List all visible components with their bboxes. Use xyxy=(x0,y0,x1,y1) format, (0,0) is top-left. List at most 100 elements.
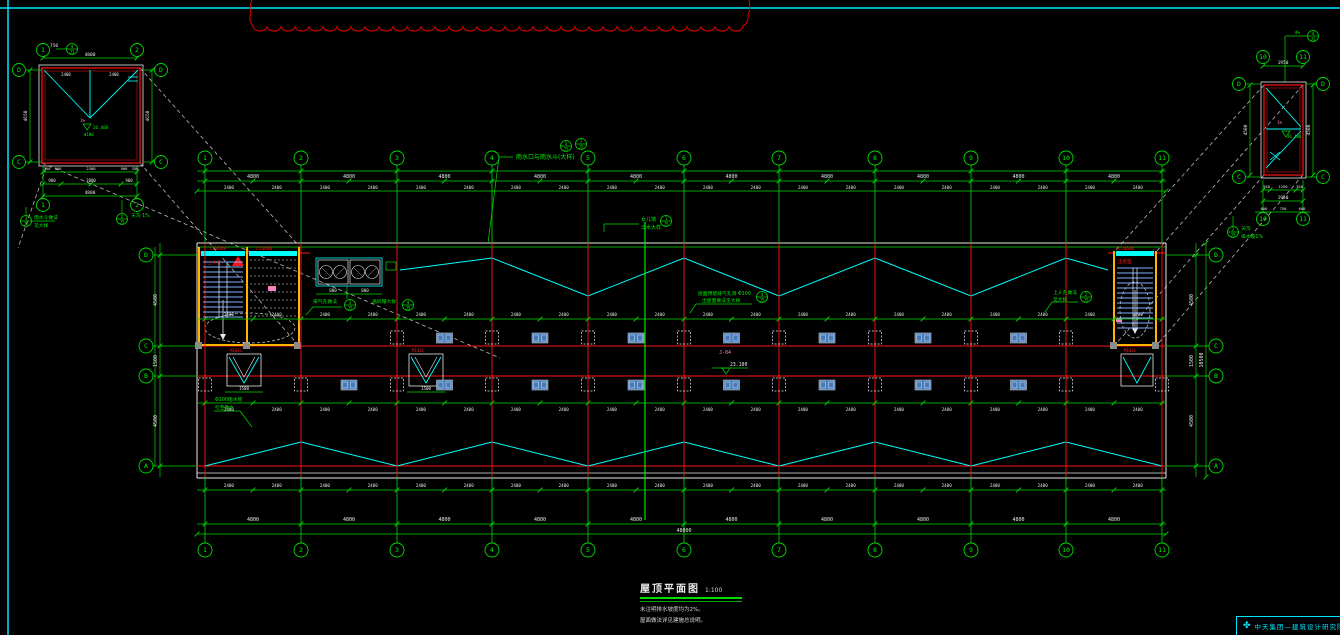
dim-text: 2400 xyxy=(894,483,905,488)
dim-text: 4500 xyxy=(153,415,159,427)
canopy-chevron xyxy=(1123,357,1151,383)
vent-label: 屋面预留排气孔洞 Φ100 xyxy=(698,290,751,297)
right-stair-core xyxy=(1110,251,1159,349)
dim-text: 2400 xyxy=(1085,483,1096,488)
downpipe-leader xyxy=(214,411,252,427)
window-label: LC0606 xyxy=(1118,246,1135,252)
grid-bubble-label: 8 xyxy=(873,546,877,554)
roof-access-hatch xyxy=(232,256,244,266)
cad-canvas[interactable]: 1122334455667788991010111148004800480048… xyxy=(0,0,1340,635)
dim-text: 4800 xyxy=(438,517,450,523)
grid-bubble-label: 11 xyxy=(1299,215,1307,223)
vent-box xyxy=(819,380,835,390)
vent-box xyxy=(819,333,835,343)
door-label: M1021 xyxy=(230,348,243,353)
dim-text: 750 xyxy=(1280,206,1288,211)
callout-index: 3 xyxy=(349,300,352,305)
grid-bubble-label: 8 xyxy=(873,154,877,162)
dim-text: 900 xyxy=(48,178,56,183)
dim-text: 2400 xyxy=(798,407,809,412)
dim-text: 2400 xyxy=(846,312,857,317)
dim-text: 2400 xyxy=(1133,407,1144,412)
grid-bubble-label: 10 xyxy=(1259,53,1267,61)
grid-bubble-label: 6 xyxy=(682,546,686,554)
dim-text: 4800 xyxy=(725,517,737,523)
canopy-chevron xyxy=(411,357,441,383)
landing-mark xyxy=(268,286,276,291)
dim-text: 1500 xyxy=(1189,355,1195,367)
detail-wall-inner xyxy=(1267,88,1300,172)
grid-bubble-label: C xyxy=(1214,342,1218,350)
vent-box xyxy=(915,380,931,390)
dim-text: 600 xyxy=(1261,206,1269,211)
elevation-value: 23.100 xyxy=(730,362,747,368)
roof-fan-units xyxy=(316,258,396,294)
dim-text: 4800 xyxy=(1108,174,1120,180)
dim-text: 4800 xyxy=(821,174,833,180)
grid-bubble-label: D xyxy=(1237,80,1241,88)
dim-text: 2400 xyxy=(655,312,666,317)
access-leader xyxy=(1045,302,1078,312)
grid-bubble-label: 3 xyxy=(395,154,399,162)
callout-index: 4 xyxy=(1312,31,1315,36)
detail-outer-wall xyxy=(1261,82,1306,178)
dim-text: 2400 xyxy=(511,185,522,190)
callout-sheet: J5 xyxy=(663,222,669,227)
dim-text: 2400 xyxy=(464,312,475,317)
drainage-valley xyxy=(44,70,90,118)
grid-bubble-label: B xyxy=(144,372,148,380)
vent-box xyxy=(437,380,453,390)
door-label: M1021 xyxy=(1124,348,1137,353)
dim-text: 2400 xyxy=(655,185,666,190)
access-left-label: 上人孔 xyxy=(208,259,222,266)
ref-line xyxy=(1114,175,1264,346)
dim-text: 4650 xyxy=(145,110,151,121)
drawing-note-2: 屋面做法详见建施总说明。 xyxy=(640,616,860,624)
dim-text: 2400 xyxy=(416,312,427,317)
callout-index: 5 xyxy=(565,141,568,146)
grid-bubble-label: 2 xyxy=(135,201,139,209)
dim-text: 4500 xyxy=(1243,124,1249,135)
grid-bubble-label: C xyxy=(159,158,163,166)
grid-bubble-label: 9 xyxy=(969,154,973,162)
dim-text: 2400 xyxy=(61,72,71,77)
dim-text: 2400 xyxy=(464,483,475,488)
dim-text: 2400 xyxy=(416,407,427,412)
vent-box xyxy=(915,333,931,343)
drawing-scale: 1:100 xyxy=(705,587,722,594)
dim-text: 2400 xyxy=(559,483,570,488)
dim-text: 2400 xyxy=(751,312,762,317)
grid-bubble-label: A xyxy=(144,462,148,470)
dim-text: 2400 xyxy=(607,407,618,412)
canopy-chevron-inner xyxy=(233,357,255,377)
title-underline-2 xyxy=(640,601,742,602)
dim-text: 2400 xyxy=(1085,312,1096,317)
grid-bubble-label: 5 xyxy=(586,154,590,162)
dim-text: 2400 xyxy=(320,185,331,190)
dim-text: 4800 xyxy=(1012,517,1024,523)
slope-label: 1% xyxy=(80,118,86,123)
column-pad xyxy=(195,342,202,349)
callout-sheet: J1 xyxy=(1310,37,1316,42)
dim-text: 2400 xyxy=(320,312,331,317)
dim-text: 2400 xyxy=(559,407,570,412)
canopy-chevron xyxy=(229,357,259,383)
dim-text: 2400 xyxy=(368,483,379,488)
callout-index: 4 xyxy=(407,300,410,305)
dim-text: 4800 xyxy=(821,517,833,523)
column-pad xyxy=(1152,342,1159,349)
dim-text: 4800 xyxy=(1108,517,1120,523)
slope-label: 1% xyxy=(1277,120,1283,125)
callout-index: 1 xyxy=(665,216,668,221)
dim-text: 2400 xyxy=(464,185,475,190)
vent-label2: 出屋面做法见大样 xyxy=(702,297,741,304)
dim-text: 10500 xyxy=(1199,352,1205,367)
callout-sheet: J5 xyxy=(578,145,584,150)
rain-callout-text: 雨水口与雨水斗(大样) xyxy=(516,153,575,161)
grid-bubble-label: 2 xyxy=(299,546,303,554)
dim-text: 2400 xyxy=(894,407,905,412)
dim-text: 4800 xyxy=(917,517,929,523)
fan-blade xyxy=(354,268,362,276)
grid-bubble-label: 11 xyxy=(1299,53,1307,61)
dim-text: 2400 xyxy=(990,483,1001,488)
